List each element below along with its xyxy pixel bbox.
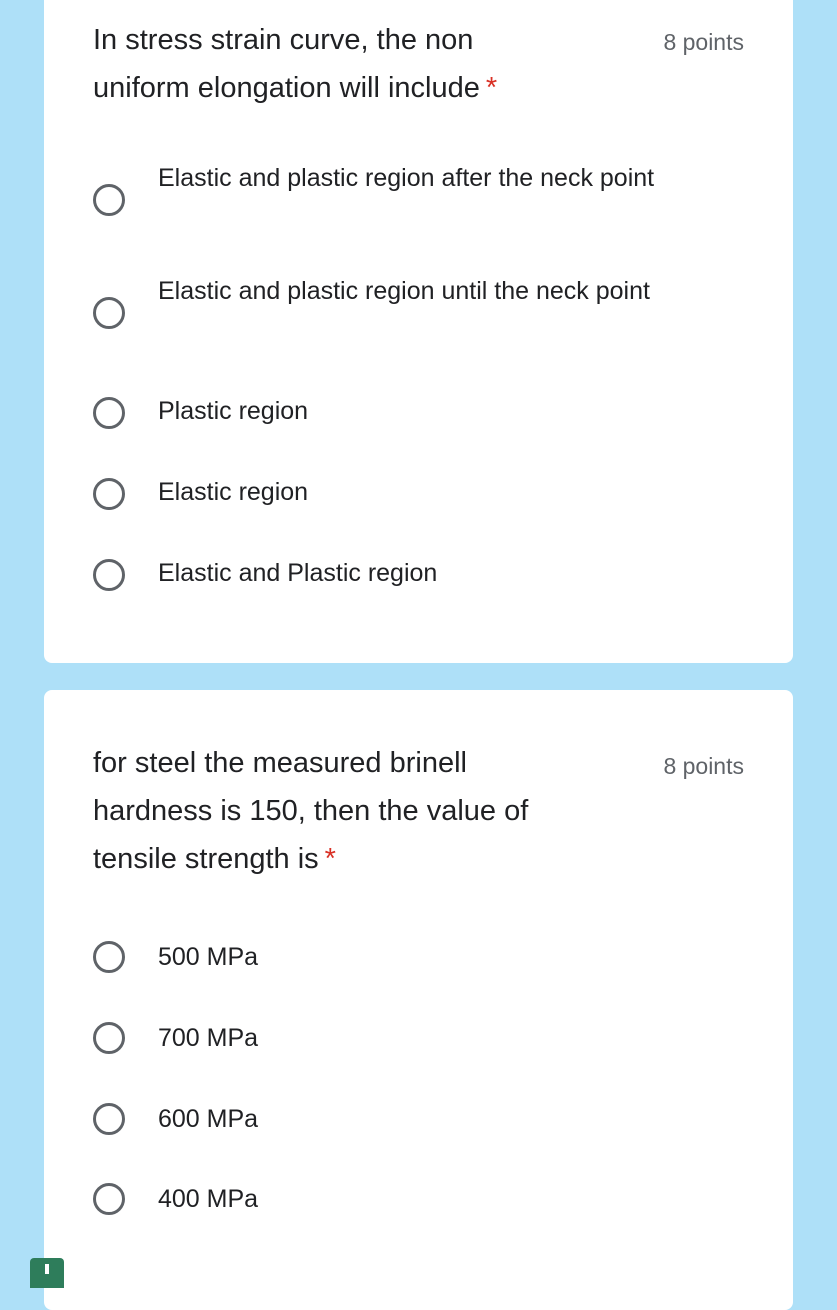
radio-button[interactable]	[93, 559, 125, 591]
required-asterisk: *	[485, 72, 498, 104]
radio-button[interactable]	[93, 1103, 125, 1135]
question-card-1: In stress strain curve, the non uniform …	[44, 0, 793, 663]
option-label: 500 MPa	[158, 943, 259, 971]
radio-button[interactable]	[93, 397, 125, 429]
radio-button[interactable]	[93, 297, 125, 329]
option-label: Elastic region	[158, 478, 309, 506]
radio-button[interactable]	[93, 184, 125, 216]
radio-button[interactable]	[93, 478, 125, 510]
required-asterisk: *	[324, 843, 336, 875]
radio-button[interactable]	[93, 1183, 125, 1215]
points-label: 8 points	[663, 29, 744, 55]
points-label: 8 points	[663, 753, 744, 779]
radio-button[interactable]	[93, 941, 125, 973]
option-label: 600 MPa	[158, 1105, 259, 1133]
option-label: Elastic and plastic region until the nec…	[158, 277, 650, 305]
option-label: Elastic and plastic region after the nec…	[158, 164, 655, 192]
question-card-2: for steel the measured brinell hardness …	[44, 690, 793, 1310]
option-label: 700 MPa	[158, 1024, 259, 1052]
notification-badge-icon	[30, 1258, 64, 1288]
radio-button[interactable]	[93, 1022, 125, 1054]
option-label: 400 MPa	[158, 1185, 259, 1213]
option-label: Elastic and Plastic region	[158, 559, 438, 587]
question-title: In stress strain curve, the non uniform …	[93, 24, 498, 104]
option-label: Plastic region	[158, 397, 309, 425]
question-title: for steel the measured brinell hardness …	[93, 747, 529, 875]
